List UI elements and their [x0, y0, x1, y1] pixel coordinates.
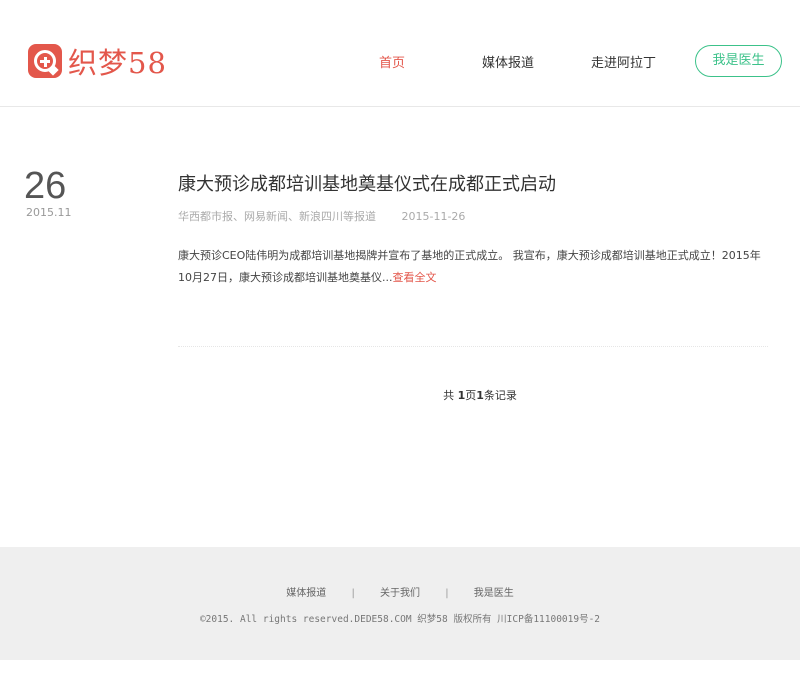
- footer-link-doctor[interactable]: 我是医生: [474, 588, 514, 599]
- article-divider: [178, 346, 768, 347]
- footer-separator: |: [445, 588, 449, 599]
- nav-media-reports[interactable]: 媒体报道: [482, 52, 534, 71]
- article-sources: 华西都市报、网易新闻、新浪四川等报道: [178, 210, 376, 223]
- article-day: 26: [24, 165, 67, 207]
- footer-link-media[interactable]: 媒体报道: [286, 588, 326, 599]
- site-logo[interactable]: 织梦58: [28, 43, 167, 80]
- i-am-doctor-button[interactable]: 我是医生: [695, 45, 782, 77]
- logo-icon: [28, 44, 62, 78]
- footer-links: 媒体报道 | 关于我们 | 我是医生: [0, 584, 800, 599]
- article-year-month: 2015.11: [26, 206, 72, 219]
- pager-mid: 页: [465, 389, 477, 402]
- pagination-info: 共 1页1条记录: [0, 387, 800, 403]
- article-meta: 华西都市报、网易新闻、新浪四川等报道 2015-11-26: [178, 208, 465, 224]
- article-summary-text: 康大预诊CEO陆伟明为成都培训基地揭牌并宣布了基地的正式成立。 我宣布，康大预诊…: [178, 249, 761, 284]
- nav-home[interactable]: 首页: [379, 52, 405, 71]
- article-title[interactable]: 康大预诊成都培训基地奠基仪式在成都正式启动: [178, 170, 556, 196]
- footer-separator: |: [351, 588, 355, 599]
- read-more-link[interactable]: 查看全文: [392, 271, 436, 284]
- site-footer: 媒体报道 | 关于我们 | 我是医生 ©2015. All rights res…: [0, 547, 800, 660]
- nav-about-aladdin[interactable]: 走进阿拉丁: [591, 52, 656, 71]
- logo-text: 织梦58: [68, 46, 167, 80]
- article-date: 2015-11-26: [401, 210, 466, 223]
- article-summary: 康大预诊CEO陆伟明为成都培训基地揭牌并宣布了基地的正式成立。 我宣布，康大预诊…: [178, 245, 768, 289]
- site-header: 织梦58 首页 媒体报道 走进阿拉丁 我是医生: [0, 0, 800, 107]
- pager-prefix: 共: [443, 389, 458, 402]
- copyright-text: ©2015. All rights reserved.DEDE58.COM 织梦…: [199, 614, 601, 625]
- pager-record-count: 1: [476, 389, 484, 402]
- footer-link-about[interactable]: 关于我们: [380, 588, 420, 599]
- pager-suffix: 条记录: [483, 389, 517, 402]
